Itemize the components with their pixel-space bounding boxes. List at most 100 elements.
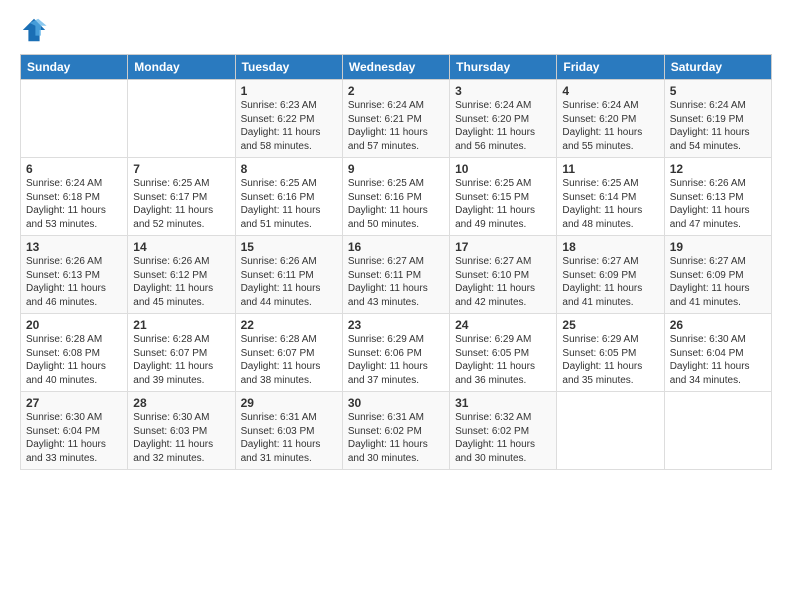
day-info: Sunrise: 6:27 AMSunset: 6:09 PMDaylight:… xyxy=(562,255,658,309)
day-info: Sunrise: 6:24 AMSunset: 6:19 PMDaylight:… xyxy=(670,99,766,153)
day-cell xyxy=(557,392,664,470)
col-header-thursday: Thursday xyxy=(450,55,557,80)
day-cell: 28Sunrise: 6:30 AMSunset: 6:03 PMDayligh… xyxy=(128,392,235,470)
day-info: Sunrise: 6:23 AMSunset: 6:22 PMDaylight:… xyxy=(241,99,337,153)
day-info: Sunrise: 6:26 AMSunset: 6:12 PMDaylight:… xyxy=(133,255,229,309)
day-cell: 15Sunrise: 6:26 AMSunset: 6:11 PMDayligh… xyxy=(235,236,342,314)
day-cell: 23Sunrise: 6:29 AMSunset: 6:06 PMDayligh… xyxy=(342,314,449,392)
day-number: 26 xyxy=(670,318,766,332)
day-number: 5 xyxy=(670,84,766,98)
day-cell: 9Sunrise: 6:25 AMSunset: 6:16 PMDaylight… xyxy=(342,158,449,236)
day-info: Sunrise: 6:27 AMSunset: 6:11 PMDaylight:… xyxy=(348,255,444,309)
week-row-1: 1Sunrise: 6:23 AMSunset: 6:22 PMDaylight… xyxy=(21,80,772,158)
day-number: 30 xyxy=(348,396,444,410)
day-number: 13 xyxy=(26,240,122,254)
day-number: 20 xyxy=(26,318,122,332)
day-number: 31 xyxy=(455,396,551,410)
day-info: Sunrise: 6:25 AMSunset: 6:14 PMDaylight:… xyxy=(562,177,658,231)
header-row: SundayMondayTuesdayWednesdayThursdayFrid… xyxy=(21,55,772,80)
day-info: Sunrise: 6:30 AMSunset: 6:03 PMDaylight:… xyxy=(133,411,229,465)
day-info: Sunrise: 6:29 AMSunset: 6:06 PMDaylight:… xyxy=(348,333,444,387)
day-cell: 31Sunrise: 6:32 AMSunset: 6:02 PMDayligh… xyxy=(450,392,557,470)
day-number: 16 xyxy=(348,240,444,254)
calendar-table: SundayMondayTuesdayWednesdayThursdayFrid… xyxy=(20,54,772,470)
day-info: Sunrise: 6:24 AMSunset: 6:20 PMDaylight:… xyxy=(562,99,658,153)
day-cell: 30Sunrise: 6:31 AMSunset: 6:02 PMDayligh… xyxy=(342,392,449,470)
day-info: Sunrise: 6:31 AMSunset: 6:03 PMDaylight:… xyxy=(241,411,337,465)
day-cell: 3Sunrise: 6:24 AMSunset: 6:20 PMDaylight… xyxy=(450,80,557,158)
day-number: 2 xyxy=(348,84,444,98)
day-cell xyxy=(21,80,128,158)
day-number: 25 xyxy=(562,318,658,332)
day-info: Sunrise: 6:25 AMSunset: 6:16 PMDaylight:… xyxy=(348,177,444,231)
col-header-tuesday: Tuesday xyxy=(235,55,342,80)
day-number: 14 xyxy=(133,240,229,254)
day-info: Sunrise: 6:26 AMSunset: 6:13 PMDaylight:… xyxy=(26,255,122,309)
day-cell: 10Sunrise: 6:25 AMSunset: 6:15 PMDayligh… xyxy=(450,158,557,236)
day-cell: 22Sunrise: 6:28 AMSunset: 6:07 PMDayligh… xyxy=(235,314,342,392)
day-cell: 5Sunrise: 6:24 AMSunset: 6:19 PMDaylight… xyxy=(664,80,771,158)
page: SundayMondayTuesdayWednesdayThursdayFrid… xyxy=(0,0,792,480)
header xyxy=(20,16,772,44)
col-header-saturday: Saturday xyxy=(664,55,771,80)
day-info: Sunrise: 6:25 AMSunset: 6:16 PMDaylight:… xyxy=(241,177,337,231)
day-number: 9 xyxy=(348,162,444,176)
day-info: Sunrise: 6:27 AMSunset: 6:09 PMDaylight:… xyxy=(670,255,766,309)
day-cell: 11Sunrise: 6:25 AMSunset: 6:14 PMDayligh… xyxy=(557,158,664,236)
day-number: 1 xyxy=(241,84,337,98)
day-number: 27 xyxy=(26,396,122,410)
day-cell: 12Sunrise: 6:26 AMSunset: 6:13 PMDayligh… xyxy=(664,158,771,236)
day-number: 10 xyxy=(455,162,551,176)
day-cell xyxy=(128,80,235,158)
day-number: 11 xyxy=(562,162,658,176)
day-cell: 6Sunrise: 6:24 AMSunset: 6:18 PMDaylight… xyxy=(21,158,128,236)
day-cell: 7Sunrise: 6:25 AMSunset: 6:17 PMDaylight… xyxy=(128,158,235,236)
day-cell: 1Sunrise: 6:23 AMSunset: 6:22 PMDaylight… xyxy=(235,80,342,158)
week-row-4: 20Sunrise: 6:28 AMSunset: 6:08 PMDayligh… xyxy=(21,314,772,392)
logo xyxy=(20,16,52,44)
week-row-5: 27Sunrise: 6:30 AMSunset: 6:04 PMDayligh… xyxy=(21,392,772,470)
day-number: 23 xyxy=(348,318,444,332)
day-number: 3 xyxy=(455,84,551,98)
day-cell: 24Sunrise: 6:29 AMSunset: 6:05 PMDayligh… xyxy=(450,314,557,392)
day-cell: 27Sunrise: 6:30 AMSunset: 6:04 PMDayligh… xyxy=(21,392,128,470)
day-number: 21 xyxy=(133,318,229,332)
day-cell: 8Sunrise: 6:25 AMSunset: 6:16 PMDaylight… xyxy=(235,158,342,236)
day-info: Sunrise: 6:32 AMSunset: 6:02 PMDaylight:… xyxy=(455,411,551,465)
day-cell: 20Sunrise: 6:28 AMSunset: 6:08 PMDayligh… xyxy=(21,314,128,392)
week-row-2: 6Sunrise: 6:24 AMSunset: 6:18 PMDaylight… xyxy=(21,158,772,236)
day-cell: 2Sunrise: 6:24 AMSunset: 6:21 PMDaylight… xyxy=(342,80,449,158)
day-info: Sunrise: 6:26 AMSunset: 6:13 PMDaylight:… xyxy=(670,177,766,231)
day-cell: 14Sunrise: 6:26 AMSunset: 6:12 PMDayligh… xyxy=(128,236,235,314)
day-info: Sunrise: 6:26 AMSunset: 6:11 PMDaylight:… xyxy=(241,255,337,309)
day-number: 18 xyxy=(562,240,658,254)
day-cell: 21Sunrise: 6:28 AMSunset: 6:07 PMDayligh… xyxy=(128,314,235,392)
day-number: 4 xyxy=(562,84,658,98)
day-info: Sunrise: 6:25 AMSunset: 6:17 PMDaylight:… xyxy=(133,177,229,231)
day-info: Sunrise: 6:27 AMSunset: 6:10 PMDaylight:… xyxy=(455,255,551,309)
day-cell: 19Sunrise: 6:27 AMSunset: 6:09 PMDayligh… xyxy=(664,236,771,314)
day-info: Sunrise: 6:25 AMSunset: 6:15 PMDaylight:… xyxy=(455,177,551,231)
day-cell: 25Sunrise: 6:29 AMSunset: 6:05 PMDayligh… xyxy=(557,314,664,392)
day-info: Sunrise: 6:29 AMSunset: 6:05 PMDaylight:… xyxy=(562,333,658,387)
logo-icon xyxy=(20,16,48,44)
day-number: 12 xyxy=(670,162,766,176)
day-info: Sunrise: 6:24 AMSunset: 6:20 PMDaylight:… xyxy=(455,99,551,153)
day-info: Sunrise: 6:24 AMSunset: 6:21 PMDaylight:… xyxy=(348,99,444,153)
day-cell: 29Sunrise: 6:31 AMSunset: 6:03 PMDayligh… xyxy=(235,392,342,470)
day-info: Sunrise: 6:30 AMSunset: 6:04 PMDaylight:… xyxy=(26,411,122,465)
day-info: Sunrise: 6:28 AMSunset: 6:07 PMDaylight:… xyxy=(133,333,229,387)
day-cell: 13Sunrise: 6:26 AMSunset: 6:13 PMDayligh… xyxy=(21,236,128,314)
day-number: 28 xyxy=(133,396,229,410)
day-cell: 17Sunrise: 6:27 AMSunset: 6:10 PMDayligh… xyxy=(450,236,557,314)
day-cell: 26Sunrise: 6:30 AMSunset: 6:04 PMDayligh… xyxy=(664,314,771,392)
day-cell: 4Sunrise: 6:24 AMSunset: 6:20 PMDaylight… xyxy=(557,80,664,158)
day-number: 7 xyxy=(133,162,229,176)
col-header-wednesday: Wednesday xyxy=(342,55,449,80)
day-cell xyxy=(664,392,771,470)
day-cell: 16Sunrise: 6:27 AMSunset: 6:11 PMDayligh… xyxy=(342,236,449,314)
day-info: Sunrise: 6:30 AMSunset: 6:04 PMDaylight:… xyxy=(670,333,766,387)
day-info: Sunrise: 6:31 AMSunset: 6:02 PMDaylight:… xyxy=(348,411,444,465)
day-number: 22 xyxy=(241,318,337,332)
day-number: 17 xyxy=(455,240,551,254)
